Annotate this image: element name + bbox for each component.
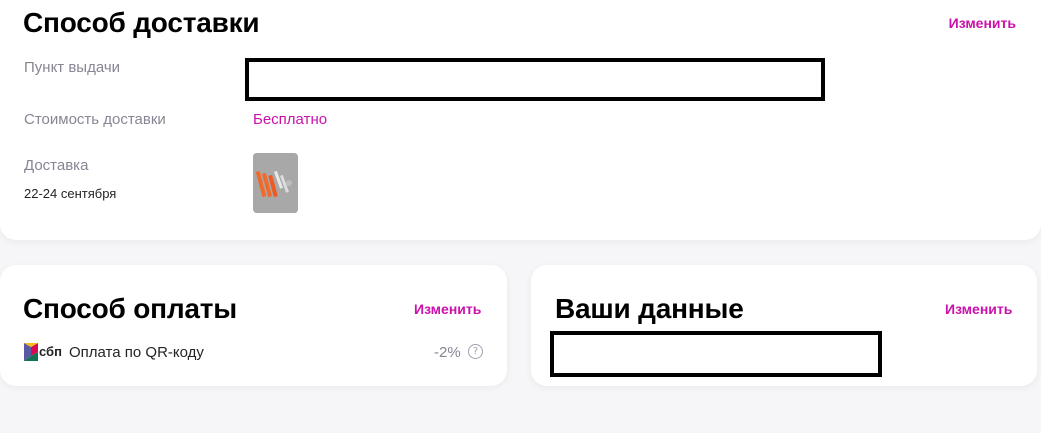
delivery-title: Способ доставки bbox=[23, 7, 260, 38]
user-data-change-button[interactable]: Изменить bbox=[945, 301, 1012, 317]
payment-method-label: Оплата по QR-коду bbox=[69, 344, 204, 361]
delivery-label: Доставка bbox=[24, 157, 89, 174]
user-data-title: Ваши данные bbox=[555, 293, 744, 324]
sbp-logo-text: сбп bbox=[39, 344, 62, 359]
payment-title: Способ оплаты bbox=[23, 293, 238, 324]
pickup-point-redacted bbox=[245, 58, 825, 101]
delivery-dates: 22-24 сентября bbox=[24, 186, 117, 201]
pickup-point-label: Пункт выдачи bbox=[24, 59, 121, 76]
delivery-change-button[interactable]: Изменить bbox=[949, 15, 1016, 31]
product-thumbnail[interactable] bbox=[253, 153, 298, 213]
product-image bbox=[253, 153, 298, 213]
payment-discount: -2% bbox=[434, 344, 461, 361]
delivery-cost-value: Бесплатно bbox=[253, 111, 328, 128]
user-data-redacted bbox=[550, 331, 882, 377]
help-icon[interactable]: ? bbox=[468, 344, 483, 359]
payment-change-button[interactable]: Изменить bbox=[414, 301, 481, 317]
payment-card bbox=[0, 265, 507, 386]
delivery-cost-label: Стоимость доставки bbox=[24, 111, 166, 128]
sbp-logo-icon: сбп bbox=[24, 343, 64, 361]
